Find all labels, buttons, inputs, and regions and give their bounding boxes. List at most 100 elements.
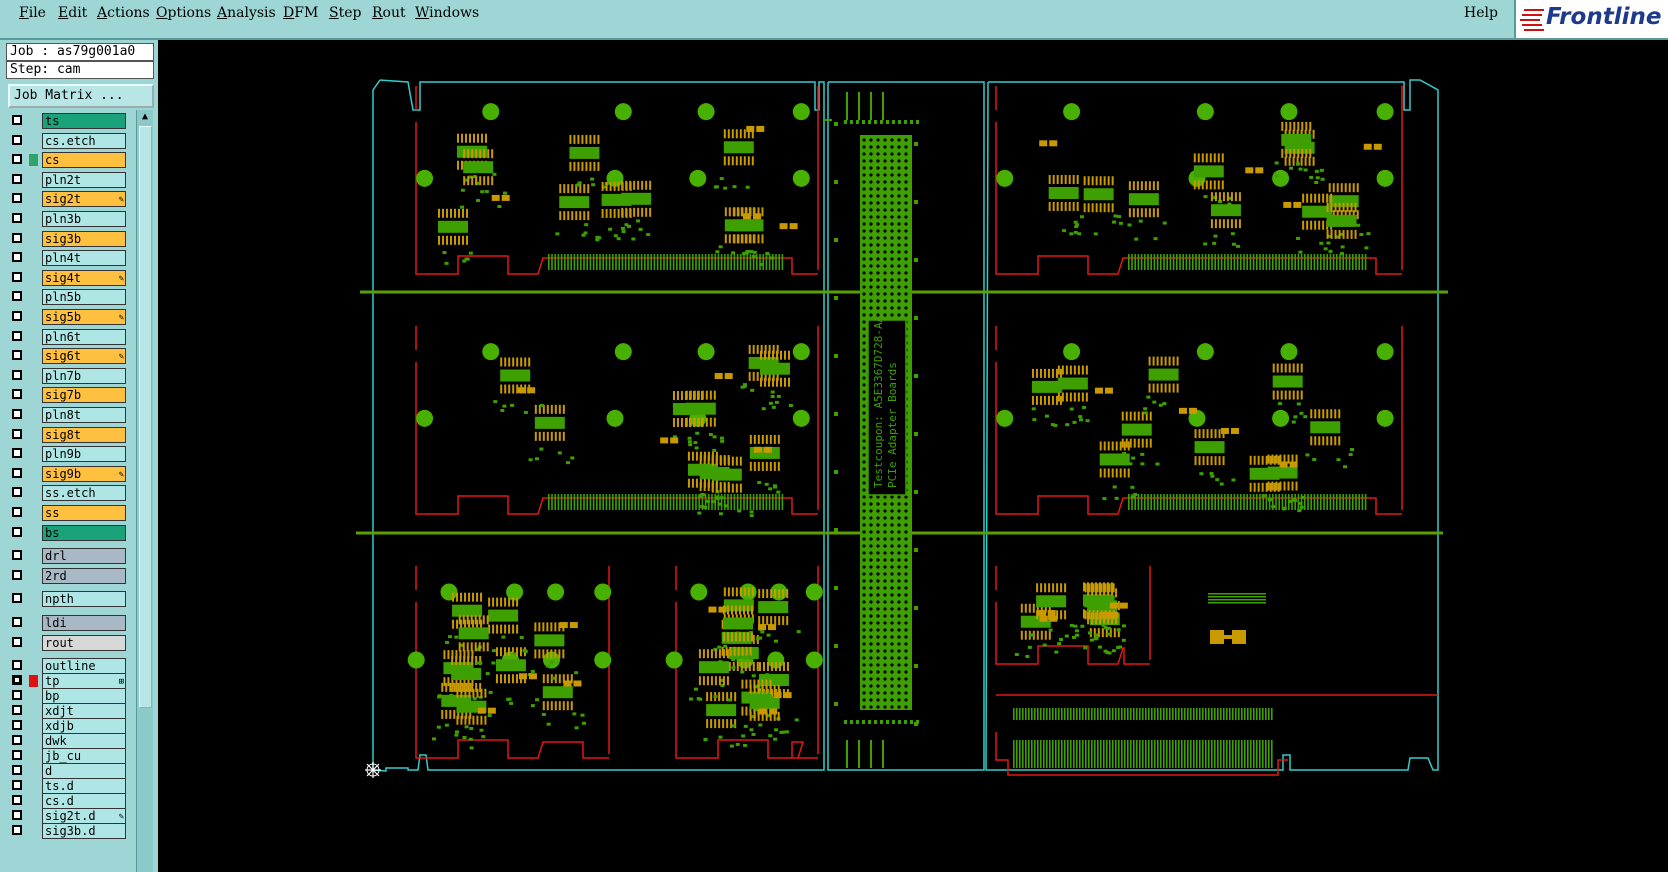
layer-checkbox[interactable]: [12, 409, 22, 419]
layer-checkbox[interactable]: [12, 569, 22, 580]
layer-row[interactable]: sig2t ✎: [6, 190, 132, 208]
layer-row[interactable]: bs: [6, 524, 132, 542]
layer-checkbox[interactable]: [12, 271, 22, 282]
layer-checkbox[interactable]: [12, 795, 22, 806]
layer-label[interactable]: ts: [42, 113, 126, 129]
layer-row[interactable]: sig7b: [6, 386, 132, 404]
layer-row[interactable]: pln9b: [6, 445, 132, 463]
layer-checkbox[interactable]: [12, 134, 22, 145]
layer-label[interactable]: cs: [42, 152, 126, 169]
layer-checkbox[interactable]: [12, 350, 22, 361]
scroll-thumb[interactable]: [139, 126, 152, 708]
layer-checkbox[interactable]: [12, 330, 22, 341]
layer-checkbox[interactable]: [12, 467, 22, 478]
graphic-canvas[interactable]: Testcoupon: A5E3367D728-AA PCIe Adapter B…: [158, 40, 1668, 872]
layer-label[interactable]: sig3b: [42, 230, 126, 247]
layer-row[interactable]: rout: [6, 634, 132, 652]
layer-scrollbar[interactable]: ▲: [136, 110, 153, 872]
layer-row[interactable]: ss: [6, 504, 132, 522]
menu-edit[interactable]: Edit: [58, 5, 87, 21]
layer-row[interactable]: ldi: [6, 614, 132, 632]
layer-row[interactable]: sig8t: [6, 426, 132, 444]
layer-checkbox[interactable]: [12, 810, 22, 821]
layer-label[interactable]: pln2t: [42, 171, 126, 188]
layer-checkbox[interactable]: [12, 213, 22, 223]
layer-row[interactable]: cs: [6, 151, 132, 169]
layer-checkbox[interactable]: [12, 705, 22, 716]
layer-checkbox[interactable]: [12, 526, 22, 537]
layer-row[interactable]: sig3b.d: [6, 822, 132, 840]
layer-checkbox[interactable]: [12, 487, 22, 498]
layer-checkbox[interactable]: [12, 291, 22, 302]
layer-row[interactable]: pln2t: [6, 171, 132, 189]
layer-label[interactable]: pln5b: [42, 289, 126, 306]
layer-label[interactable]: pln8t: [42, 407, 126, 423]
layer-label[interactable]: pln6t: [42, 328, 126, 345]
layer-checkbox[interactable]: [12, 636, 22, 647]
layer-row[interactable]: cs.etch: [6, 132, 132, 150]
layer-checkbox[interactable]: [12, 448, 22, 459]
layer-checkbox[interactable]: [12, 735, 22, 746]
layer-checkbox[interactable]: [12, 690, 22, 701]
layer-checkbox[interactable]: [12, 154, 22, 165]
layer-label[interactable]: sig8t: [42, 426, 126, 443]
layer-row[interactable]: 2rd: [6, 567, 132, 585]
layer-label[interactable]: sig7b: [42, 387, 126, 404]
menu-step[interactable]: Step: [329, 5, 361, 21]
layer-checkbox[interactable]: [12, 660, 22, 671]
layer-label[interactable]: pln9b: [42, 446, 126, 463]
layer-label[interactable]: ss: [42, 505, 126, 521]
layer-checkbox[interactable]: [12, 173, 22, 184]
layer-row[interactable]: npth: [6, 590, 132, 608]
layer-label[interactable]: ldi: [42, 615, 126, 631]
scroll-up-icon[interactable]: ▲: [138, 110, 152, 124]
layer-row[interactable]: ss.etch: [6, 484, 132, 502]
layer-checkbox[interactable]: [12, 780, 22, 791]
layer-row[interactable]: pln7b: [6, 367, 132, 385]
layer-row[interactable]: pln3b: [6, 210, 132, 228]
layer-row[interactable]: sig3b: [6, 230, 132, 248]
layer-checkbox[interactable]: [12, 825, 22, 836]
layer-label[interactable]: 2rd: [42, 567, 126, 584]
menu-actions[interactable]: Actions: [97, 5, 150, 21]
menu-file[interactable]: File: [19, 5, 46, 21]
layer-row[interactable]: pln6t: [6, 328, 132, 346]
layer-label[interactable]: pln3b: [42, 211, 126, 227]
layer-checkbox[interactable]: [12, 720, 22, 731]
layer-checkbox[interactable]: [12, 617, 22, 627]
layer-label[interactable]: pln7b: [42, 367, 126, 384]
layer-label[interactable]: ss.etch: [42, 485, 126, 502]
layer-row[interactable]: sig5b ✎: [6, 308, 132, 326]
layer-row[interactable]: pln5b: [6, 288, 132, 306]
layer-checkbox[interactable]: [12, 389, 22, 400]
menu-windows[interactable]: Windows: [415, 5, 479, 21]
layer-checkbox[interactable]: [12, 311, 22, 321]
layer-checkbox[interactable]: [12, 507, 22, 517]
layer-label[interactable]: sig5b ✎: [42, 309, 126, 325]
layer-label[interactable]: bs: [42, 524, 126, 541]
layer-row[interactable]: pln8t: [6, 406, 132, 424]
layer-checkbox[interactable]: [12, 750, 22, 761]
layer-label[interactable]: sig4t ✎: [42, 269, 126, 286]
layer-checkbox[interactable]: [12, 593, 22, 604]
layer-row[interactable]: drl: [6, 547, 132, 565]
layer-label[interactable]: sig9b ✎: [42, 465, 126, 482]
layer-checkbox[interactable]: [12, 369, 22, 380]
layer-label[interactable]: sig6t ✎: [42, 348, 126, 365]
job-matrix-button[interactable]: Job Matrix ...: [8, 84, 154, 108]
menu-help[interactable]: Help: [1464, 5, 1498, 21]
layer-row[interactable]: sig9b ✎: [6, 465, 132, 483]
layer-checkbox[interactable]: [12, 675, 22, 686]
menu-dfm[interactable]: DFM: [283, 5, 318, 21]
menu-options[interactable]: Options: [156, 5, 211, 21]
layer-checkbox[interactable]: [12, 428, 22, 439]
layer-row[interactable]: sig4t ✎: [6, 269, 132, 287]
layer-checkbox[interactable]: [12, 115, 22, 125]
layer-checkbox[interactable]: [12, 232, 22, 243]
menu-rout[interactable]: Rout: [372, 5, 406, 21]
layer-label[interactable]: drl: [42, 548, 126, 565]
layer-checkbox[interactable]: [12, 252, 22, 263]
menu-analysis[interactable]: Analysis: [217, 5, 276, 21]
layer-row[interactable]: ts: [6, 112, 132, 130]
layer-checkbox[interactable]: [12, 193, 22, 204]
